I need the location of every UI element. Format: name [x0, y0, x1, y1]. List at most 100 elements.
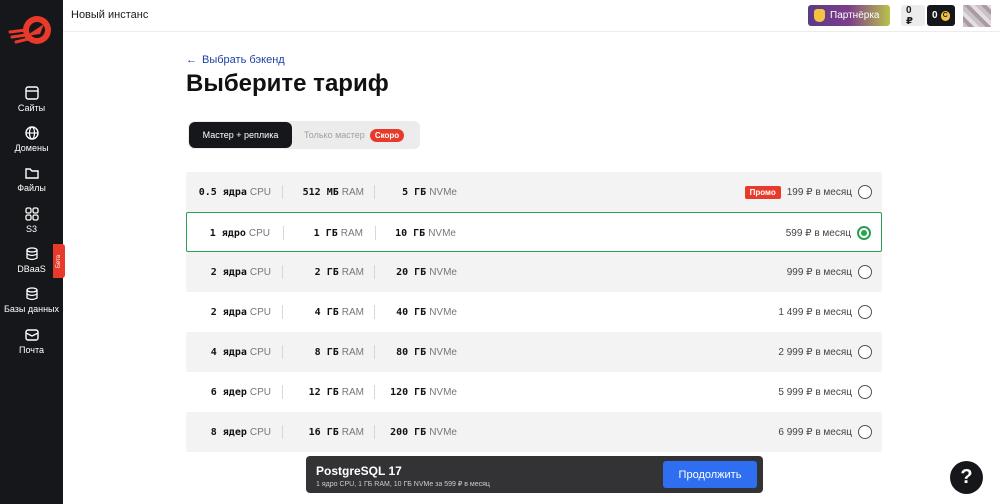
balance-rub[interactable]: 0 ₽ — [901, 5, 925, 27]
plan-cpu-value: 6 ядер — [210, 386, 247, 398]
plan-radio[interactable] — [858, 185, 872, 199]
toggle-option-master-replica[interactable]: Мастер + реплика — [189, 122, 292, 148]
spec-divider — [375, 226, 376, 240]
plan-ram-value: 1 ГБ — [313, 227, 338, 239]
plan-row[interactable]: 1 ядро CPU 1 ГБ RAM 10 ГБ NVMe 599 ₽ в месяц — [186, 212, 882, 252]
sidebar-item-databases[interactable]: Базы данных — [0, 287, 63, 314]
back-link[interactable]: ← Выбрать бэкенд — [186, 54, 285, 66]
spec-divider — [282, 425, 283, 439]
plan-cpu-value: 4 ядра — [210, 346, 247, 358]
coin-icon: C — [940, 10, 950, 21]
spec-divider — [283, 226, 284, 240]
sidebar-item-label: Базы данных — [3, 304, 60, 314]
sidebar-item-files[interactable]: Файлы — [0, 166, 63, 193]
plan-cpu: 4 ядра CPU — [211, 332, 271, 372]
plan-price: 6 999 ₽ в месяц — [778, 412, 852, 452]
soon-badge: Скоро — [369, 128, 405, 142]
plan-disk-unit: NVMe — [429, 386, 457, 398]
plan-price-value: 2 999 ₽ в месяц — [778, 346, 852, 358]
spec-divider — [374, 385, 375, 399]
plan-radio[interactable] — [857, 226, 871, 240]
folder-icon — [24, 168, 39, 179]
sidebar-item-s3[interactable]: S3 — [0, 207, 63, 234]
rocket-logo-icon[interactable] — [6, 10, 56, 50]
top-bar: Новый инстанс Партнёрка 0 ₽ 0C — [63, 0, 1000, 32]
sidebar-item-label: Файлы — [17, 183, 46, 193]
plan-cpu: 0.5 ядра CPU — [199, 172, 271, 212]
plan-ram-unit: RAM — [341, 266, 364, 278]
plan-disk: 20 ГБ NVMe — [396, 252, 457, 292]
sidebar-item-sites[interactable]: Сайты — [0, 86, 63, 113]
plan-radio[interactable] — [858, 385, 872, 399]
plan-radio[interactable] — [858, 265, 872, 279]
plan-cpu: 6 ядер CPU — [211, 372, 271, 412]
plan-cpu: 2 ядра CPU — [211, 252, 271, 292]
spec-divider — [282, 305, 283, 319]
globe-icon — [24, 126, 39, 140]
plan-cpu-unit: CPU — [249, 266, 271, 278]
help-button[interactable]: ? — [950, 461, 983, 494]
sidebar-item-mail[interactable]: Почта — [0, 328, 63, 355]
plan-row[interactable]: 8 ядер CPU 16 ГБ RAM 200 ГБ NVMe 6 999 ₽ в мес… — [186, 412, 882, 452]
plan-radio[interactable] — [858, 305, 872, 319]
plan-ram: 16 ГБ RAM — [309, 412, 364, 452]
plan-cpu-value: 1 ядро — [209, 227, 246, 239]
page-title: Выберите тариф — [186, 70, 389, 97]
plan-radio[interactable] — [858, 345, 872, 359]
plan-disk-value: 10 ГБ — [395, 227, 426, 239]
plan-cpu-value: 2 ядра — [210, 306, 247, 318]
summary-bar: PostgreSQL 17 1 ядро CPU, 1 ГБ RAM, 10 Г… — [306, 456, 763, 493]
plan-cpu: 8 ядер CPU — [211, 412, 271, 452]
plan-disk-value: 5 ГБ — [402, 186, 427, 198]
summary-details: 1 ядро CPU, 1 ГБ RAM, 10 ГБ NVMe за 599 … — [316, 481, 490, 488]
toggle-option-master-only[interactable]: Только мастер Скоро — [304, 122, 405, 148]
window-icon — [24, 86, 39, 100]
database-icon — [25, 287, 38, 301]
sidebar-item-domains[interactable]: Домены — [0, 126, 63, 153]
plan-list: 0.5 ядра CPU 512 МБ RAM 5 ГБ NVMe Промо 199 ₽ в… — [186, 172, 882, 452]
plan-row[interactable]: 0.5 ядра CPU 512 МБ RAM 5 ГБ NVMe Промо 199 ₽ в… — [186, 172, 882, 212]
plan-ram-value: 16 ГБ — [308, 426, 339, 438]
spec-divider — [282, 265, 283, 279]
plan-price: 599 ₽ в месяц — [786, 213, 851, 253]
balance-coins-value: 0 — [932, 10, 938, 21]
balance-coins[interactable]: 0C — [927, 5, 955, 26]
plan-cpu-value: 0.5 ядра — [198, 186, 247, 198]
plan-ram: 4 ГБ RAM — [315, 292, 364, 332]
plan-ram-value: 12 ГБ — [308, 386, 339, 398]
plan-ram-unit: RAM — [341, 426, 364, 438]
plan-ram: 2 ГБ RAM — [315, 252, 364, 292]
plan-ram-unit: RAM — [341, 346, 364, 358]
plan-disk: 40 ГБ NVMe — [396, 292, 457, 332]
plan-price-value: 1 499 ₽ в месяц — [778, 306, 852, 318]
plan-ram-value: 512 МБ — [302, 186, 339, 198]
plan-price: 5 999 ₽ в месяц — [778, 372, 852, 412]
plan-ram: 12 ГБ RAM — [309, 372, 364, 412]
plan-cpu-unit: CPU — [249, 346, 271, 358]
partner-label: Партнёрка — [830, 10, 880, 21]
plan-cpu-value: 8 ядер — [210, 426, 247, 438]
plan-price-value: 199 ₽ в месяц — [786, 186, 852, 198]
grid-icon — [24, 207, 39, 221]
plan-price-value: 6 999 ₽ в месяц — [778, 426, 852, 438]
plan-price: Промо 199 ₽ в месяц — [744, 172, 852, 212]
plan-radio[interactable] — [858, 425, 872, 439]
replication-toggle: Мастер + реплика Только мастер Скоро — [188, 121, 420, 149]
plan-disk-unit: NVMe — [429, 306, 457, 318]
plan-row[interactable]: 2 ядра CPU 4 ГБ RAM 40 ГБ NVMe 1 499 ₽ в месяц — [186, 292, 882, 332]
plan-row[interactable]: 4 ядра CPU 8 ГБ RAM 80 ГБ NVMe 2 999 ₽ в месяц — [186, 332, 882, 372]
partner-button[interactable]: Партнёрка — [808, 5, 890, 26]
plan-cpu-unit: CPU — [249, 186, 271, 198]
plan-disk-value: 20 ГБ — [396, 266, 427, 278]
plan-disk-value: 80 ГБ — [396, 346, 427, 358]
plan-row[interactable]: 2 ядра CPU 2 ГБ RAM 20 ГБ NVMe 999 ₽ в месяц — [186, 252, 882, 292]
plan-row[interactable]: 6 ядер CPU 12 ГБ RAM 120 ГБ NVMe 5 999 ₽ в мес… — [186, 372, 882, 412]
plan-price-value: 599 ₽ в месяц — [785, 227, 851, 239]
plan-cpu: 2 ядра CPU — [211, 292, 271, 332]
spec-divider — [282, 345, 283, 359]
toggle-option-label: Только мастер — [304, 130, 365, 140]
continue-button[interactable]: Продолжить — [663, 461, 757, 488]
avatar[interactable] — [963, 5, 991, 27]
sidebar-item-label: Почта — [19, 345, 44, 355]
plan-price: 999 ₽ в месяц — [787, 252, 852, 292]
